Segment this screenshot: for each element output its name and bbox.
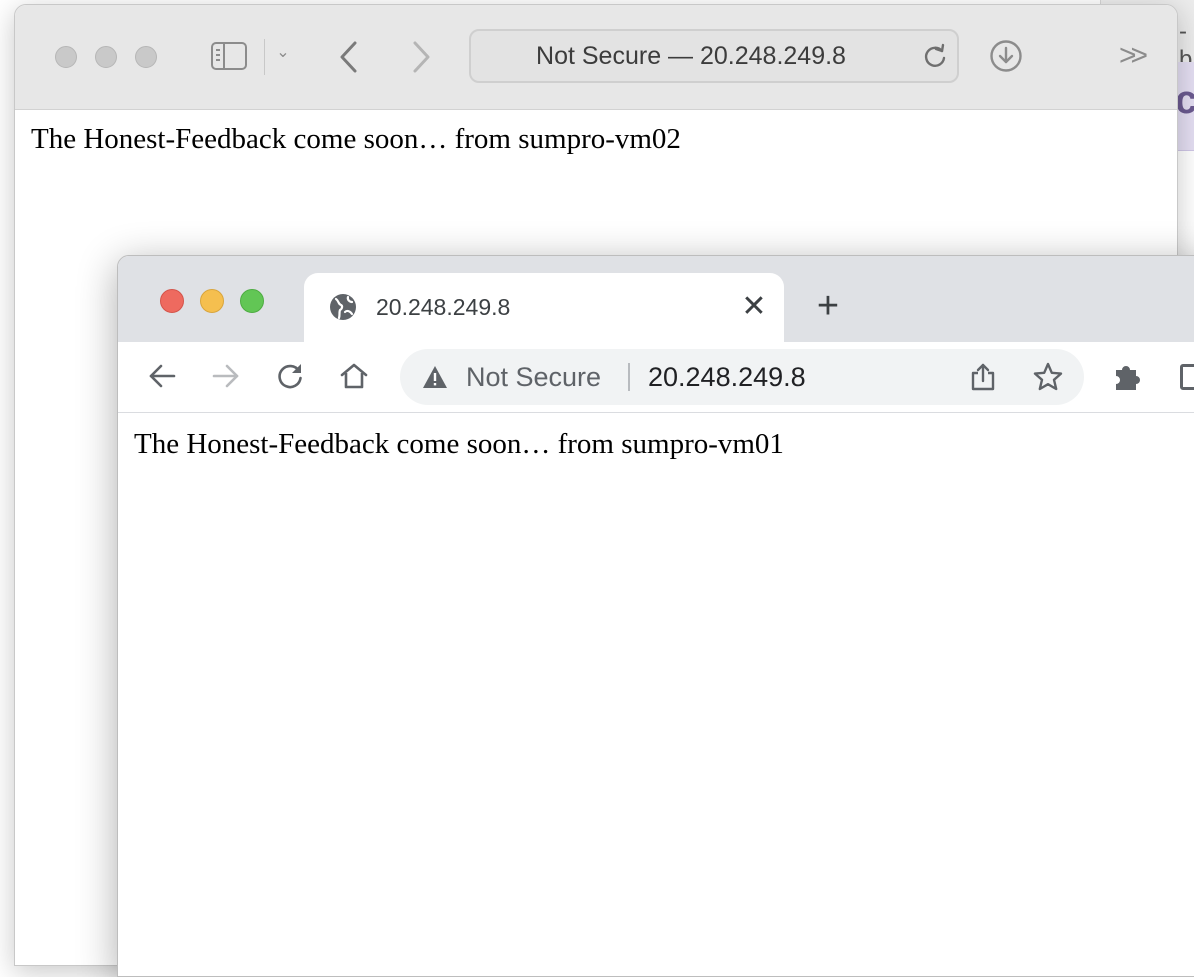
chevron-right-icon — [413, 41, 430, 73]
reload-icon — [278, 364, 302, 389]
chrome-toolbar: Not Secure 20.248.249.8 — [118, 342, 1194, 413]
chevron-down-icon[interactable]: ⌄ — [273, 43, 293, 63]
chrome-zoom-button[interactable] — [240, 289, 264, 313]
reload-icon[interactable] — [921, 43, 949, 71]
safari-back-button[interactable] — [331, 38, 367, 76]
omnibox-url[interactable]: 20.248.249.8 — [648, 349, 806, 405]
safari-close-button[interactable] — [55, 46, 77, 68]
safari-toolbar: ⌄ Not Secure — 20.248.249.8 >> — [15, 5, 1177, 110]
chrome-active-tab[interactable]: 20.248.249.8 ✕ — [304, 273, 784, 345]
bookmark-star-icon[interactable] — [1032, 361, 1064, 393]
arrow-right-icon — [212, 364, 239, 388]
safari-minimize-button[interactable] — [95, 46, 117, 68]
chrome-forward-button[interactable] — [208, 358, 244, 394]
warning-icon[interactable] — [422, 364, 448, 390]
chrome-page-text: The Honest-Feedback come soon… from sump… — [134, 428, 784, 460]
chrome-omnibox[interactable]: Not Secure 20.248.249.8 — [400, 349, 1084, 405]
chrome-home-button[interactable] — [336, 358, 372, 394]
tab-close-icon[interactable]: ✕ — [738, 291, 770, 323]
download-icon[interactable] — [989, 39, 1023, 73]
safari-forward-button[interactable] — [403, 38, 439, 76]
chrome-tab-strip: 20.248.249.8 ✕ + — [118, 256, 1194, 345]
chrome-reload-button[interactable] — [272, 358, 308, 394]
safari-zoom-button[interactable] — [135, 46, 157, 68]
chrome-window: 20.248.249.8 ✕ + Not Secure 20.248.249.8… — [117, 255, 1194, 977]
share-icon[interactable] — [968, 362, 998, 392]
more-toolbar-items-icon[interactable]: >> — [1119, 39, 1155, 73]
not-secure-label[interactable]: Not Secure — [466, 349, 601, 405]
extensions-puzzle-icon[interactable] — [1110, 358, 1146, 394]
side-panel-icon[interactable] — [1180, 364, 1194, 390]
chrome-back-button[interactable] — [144, 358, 180, 394]
tab-title: 20.248.249.8 — [376, 294, 511, 320]
new-tab-button[interactable]: + — [810, 287, 846, 325]
chrome-close-button[interactable] — [160, 289, 184, 313]
safari-address-bar[interactable]: Not Secure — 20.248.249.8 — [469, 29, 959, 83]
globe-icon — [330, 294, 356, 320]
toolbar-divider — [264, 39, 265, 75]
omnibox-divider — [628, 363, 630, 391]
safari-page-text: The Honest-Feedback come soon… from sump… — [31, 123, 681, 155]
sidebar-toggle-icon[interactable] — [211, 42, 247, 70]
chevron-left-icon — [340, 41, 357, 73]
arrow-left-icon — [149, 364, 176, 388]
chrome-minimize-button[interactable] — [200, 289, 224, 313]
home-icon — [340, 363, 368, 389]
safari-address-text: Not Secure — 20.248.249.8 — [536, 42, 846, 70]
